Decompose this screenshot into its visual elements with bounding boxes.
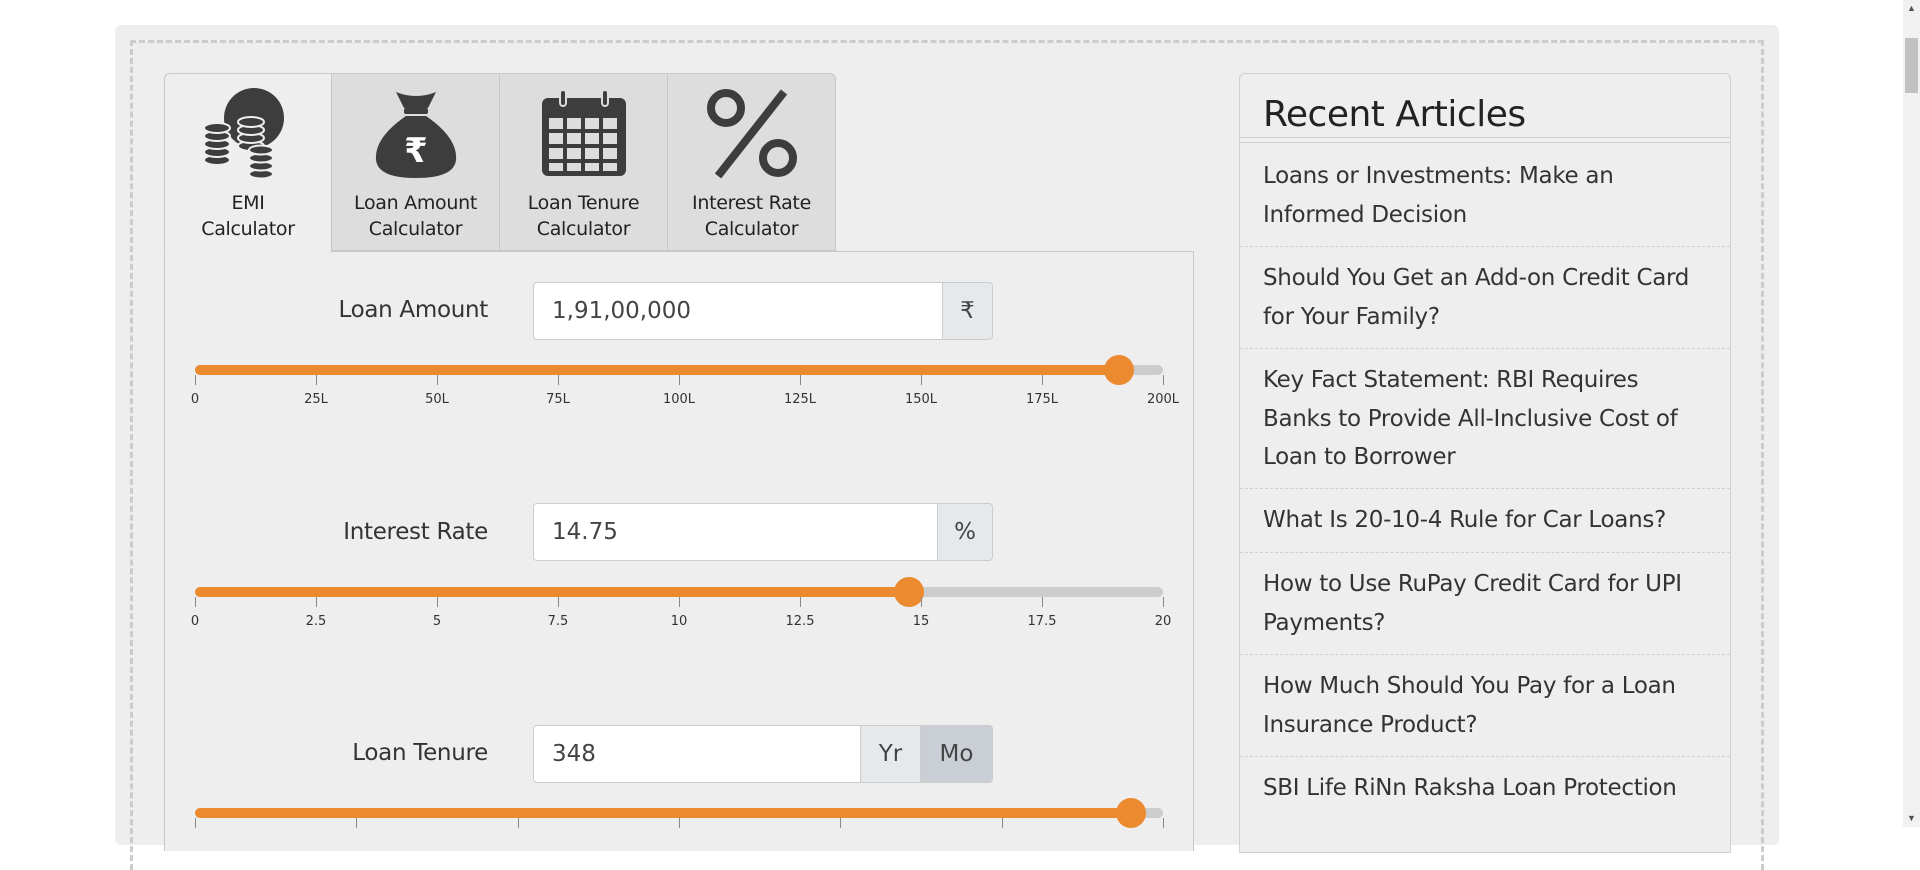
slider-tick [1042,375,1043,385]
loan-amount-input-group: 1,91,00,000 ₹ [533,282,993,342]
interest-rate-label: Interest Rate [343,519,488,545]
article-link[interactable]: How to Use RuPay Credit Card for UPI Pay… [1240,553,1730,655]
slider-tick [558,375,559,385]
slider-tick-label: 175L [1025,392,1059,407]
money-bag-rupee-icon: ₹ [375,92,457,178]
slider-handle[interactable] [1104,355,1135,385]
slider-tick [800,375,801,385]
loan-tenure-input-group: 348 Yr Mo [533,725,993,785]
percent-icon [707,89,797,178]
scroll-up-arrow-icon[interactable]: ▲ [1903,0,1920,17]
loan-tenure-label: Loan Tenure [352,740,488,766]
article-link[interactable]: Loans or Investments: Make an Informed D… [1240,144,1730,247]
svg-text:₹: ₹ [404,131,428,171]
slider-tick [316,597,317,607]
sidebar-divider [1240,137,1730,143]
rupee-addon: ₹ [943,282,993,340]
slider-tick [1042,597,1043,607]
slider-tick [1163,375,1164,385]
slider-fill [195,365,1120,375]
calculator-tabs: EMI Calculator ₹ Loan Amount Calculator [164,73,839,253]
slider-tick-label: 0 [190,392,200,407]
slider-handle[interactable] [1116,798,1147,828]
scrollbar-thumb[interactable] [1905,38,1918,93]
slider-tick-label: 5 [432,614,442,629]
article-link[interactable]: SBI Life RiNn Raksha Loan Protection [1240,757,1730,859]
slider-handle[interactable] [893,577,924,607]
slider-tick-label: 17.5 [1027,614,1057,629]
slider-tick-label: 75L [546,392,570,407]
slider-tick-label: 20 [1154,614,1172,629]
loan-amount-input[interactable]: 1,91,00,000 [533,282,943,340]
tab-interest-rate-calculator[interactable]: Interest Rate Calculator [668,73,836,251]
interest-rate-input-group: 14.75 % [533,503,993,563]
interest-rate-slider[interactable]: 0 2.5 5 7.5 10 12.5 15 17.5 20 [191,577,1171,629]
slider-tick-label: 0 [190,614,200,629]
loan-tenure-input[interactable]: 348 [533,725,861,783]
slider-tick-label: 50L [425,392,449,407]
tab-loan-amount-calculator[interactable]: ₹ Loan Amount Calculator [332,73,500,251]
percent-addon: % [938,503,993,561]
interest-rate-input[interactable]: 14.75 [533,503,938,561]
loan-amount-label: Loan Amount [338,297,488,323]
slider-fill [195,587,909,597]
article-link[interactable]: What Is 20-10-4 Rule for Car Loans? [1240,489,1730,553]
scroll-down-arrow-icon[interactable]: ▼ [1903,810,1920,827]
tab-label: Loan Amount Calculator [354,192,477,240]
page-scrollbar[interactable]: ▲ ▼ [1903,0,1920,827]
slider-tick-label: 200L [1146,392,1180,407]
loan-tenure-slider[interactable] [195,798,1164,848]
calendar-icon [542,89,626,176]
slider-tick-label: 15 [912,614,930,629]
slider-tick-label: 12.5 [785,614,815,629]
article-link[interactable]: Should You Get an Add-on Credit Card for… [1240,247,1730,349]
year-toggle[interactable]: Yr [861,725,921,783]
slider-tick-label: 10 [670,614,688,629]
tab-label: Interest Rate Calculator [692,192,811,240]
slider-tick [195,375,196,385]
recent-articles-sidebar: Recent Articles Loans or Investments: Ma… [1239,73,1731,853]
loan-amount-slider[interactable]: 0 25L 50L 75L 100L 125L 150L 175L 200L [191,355,1179,407]
slider-tick [558,597,559,607]
coins-icon [203,88,284,178]
slider-tick [921,375,922,385]
slider-tick [1163,597,1164,607]
slider-tick-label: 150L [904,392,938,407]
tab-label: EMI Calculator [201,192,295,240]
slider-tick [316,375,317,385]
tab-emi-calculator[interactable]: EMI Calculator [164,73,332,253]
slider-tick [921,597,922,607]
article-link[interactable]: Key Fact Statement: RBI Requires Banks t… [1240,349,1730,489]
tab-label: Loan Tenure Calculator [527,192,640,240]
slider-tick-label: 7.5 [547,614,569,629]
sidebar-title: Recent Articles [1263,94,1526,135]
slider-tick [800,597,801,607]
slider-tick [437,597,438,607]
slider-tick-label: 2.5 [305,614,327,629]
month-toggle[interactable]: Mo [921,725,993,783]
slider-tick-label: 100L [662,392,696,407]
slider-fill [195,808,1132,818]
slider-tick [437,375,438,385]
slider-tick [195,597,196,607]
slider-tick-label: 25L [304,392,328,407]
tab-loan-tenure-calculator[interactable]: Loan Tenure Calculator [500,73,668,251]
slider-tick [679,597,680,607]
slider-tick [679,375,680,385]
slider-tick-label: 125L [783,392,817,407]
article-link[interactable]: How Much Should You Pay for a Loan Insur… [1240,655,1730,757]
